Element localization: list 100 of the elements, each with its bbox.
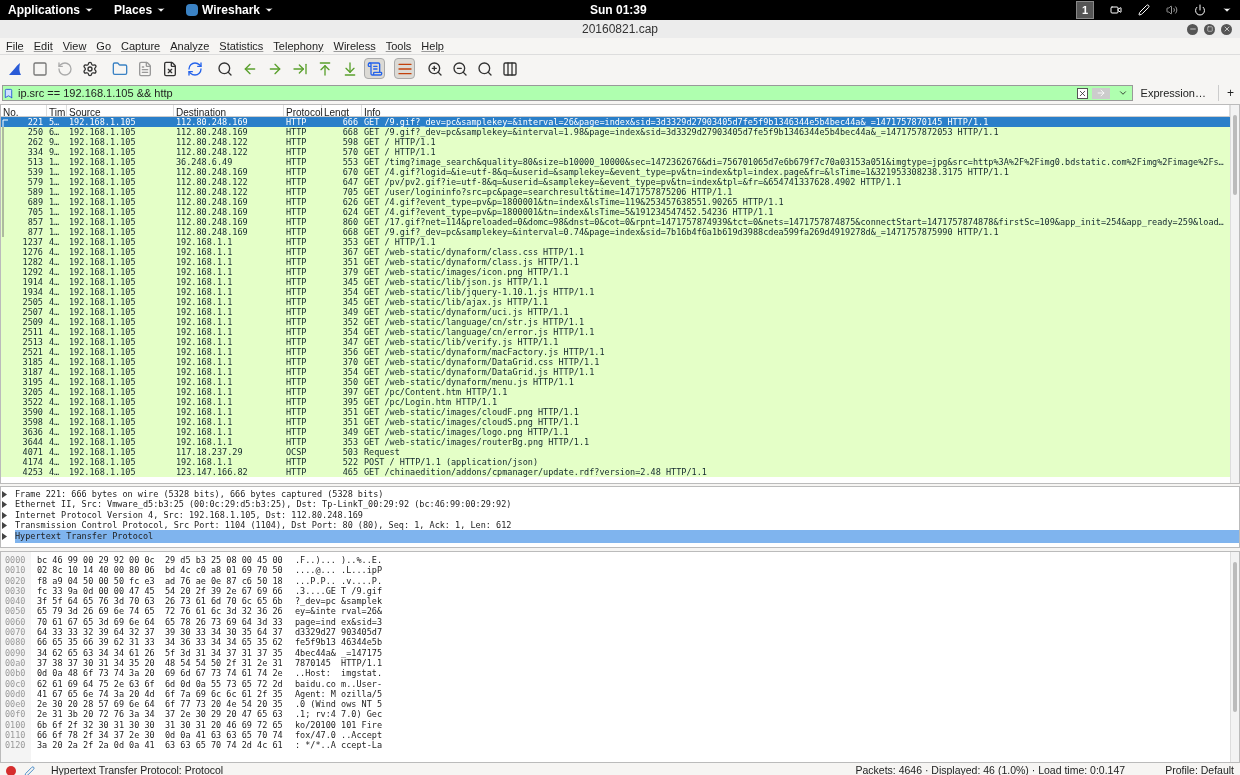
column-header[interactable]: No. xyxy=(1,105,47,116)
ascii-text: ...P.P.. .v....P. xyxy=(295,575,383,586)
scrollbar[interactable] xyxy=(1230,105,1239,483)
menu-item[interactable]: View xyxy=(62,37,87,55)
packet-row[interactable]: 2507 4… 192.168.1.105 192.168.1.1 HTTP 349 GET /web-static/dynaform/uci.js HTTP/1.1 xyxy=(1,307,1230,317)
table-cell: 2507 xyxy=(22,307,43,317)
table-cell: 2513 xyxy=(22,337,43,347)
table-cell: 3598 xyxy=(22,417,43,427)
menu-item[interactable]: Help xyxy=(421,37,444,55)
menu-item[interactable]: File xyxy=(6,37,24,55)
ascii-text: ko/20100 101 Fire xyxy=(295,719,383,731)
table-cell-text: 117.18.237.29 xyxy=(175,447,244,457)
packet-row[interactable]: 3598 4… 192.168.1.105 192.168.1.1 HTTP 351 GET /web-static/images/cloudS.png HTTP/1.1 xyxy=(1,417,1230,427)
dropdown-icon[interactable] xyxy=(1117,88,1128,98)
column-header[interactable]: Destination xyxy=(174,105,284,116)
offset: 00a0 xyxy=(4,657,27,669)
packet-row[interactable]: 3644 4… 192.168.1.105 192.168.1.1 HTTP 353 GET /web-static/images/routerBg.png HTTP/1.1 xyxy=(1,437,1230,447)
menu-item[interactable]: Tools xyxy=(385,37,412,55)
offset: 0090 xyxy=(4,647,27,658)
menu-item[interactable]: Statistics xyxy=(219,37,264,55)
top-bar-menu[interactable]: Places xyxy=(114,1,167,19)
workspace-indicator[interactable]: 1 xyxy=(1075,0,1094,20)
hex-bytes: 41 67 65 6e 74 3a 20 4d 6f 7a 69 6c 6c 61 2f 35 xyxy=(37,688,284,700)
close-icon[interactable] xyxy=(1221,23,1232,35)
menu-item[interactable]: Go xyxy=(96,37,112,55)
packet-row[interactable]: 1276 4… 192.168.1.105 192.168.1.1 HTTP 367 GET /web-static/dynaform/class.css HTTP/1.1 xyxy=(1,247,1230,257)
packet-row[interactable]: 1934 4… 192.168.1.105 192.168.1.1 HTTP 354 GET /web-static/lib/jquery-1.10.1.js HTTP/1.1 xyxy=(1,287,1230,297)
packet-row[interactable]: 4174 4… 192.168.1.105 192.168.1.1 HTTP 522 POST / HTTP/1.1 (application/json) xyxy=(1,457,1230,467)
packet-row[interactable]: 3187 4… 192.168.1.105 192.168.1.1 HTTP 354 GET /web-static/dynaform/DataGrid.js HTTP/1.1 xyxy=(1,367,1230,377)
column-header[interactable]: Protocol xyxy=(284,105,322,116)
status-icon[interactable] xyxy=(6,766,16,775)
packet-row[interactable]: 334 9… 192.168.1.105 112.80.248.122 HTTP 570 GET / HTTP/1.1 xyxy=(1,147,1230,157)
packet-row[interactable]: 1282 4… 192.168.1.105 192.168.1.1 HTTP 351 GET /web-static/dynaform/class.js HTTP/1.1 xyxy=(1,257,1230,267)
table-cell-text: 192.168.1.105 xyxy=(68,137,137,147)
offset: 0060 xyxy=(4,616,27,628)
packet-row[interactable]: 1292 4… 192.168.1.105 192.168.1.1 HTTP 379 GET /web-static/images/icon.png HTTP/1.1 xyxy=(1,267,1230,277)
packet-row[interactable]: 3205 4… 192.168.1.105 192.168.1.1 HTTP 397 GET /pc/Content.htm HTTP/1.1 xyxy=(1,387,1230,397)
volume-icon[interactable] xyxy=(1166,4,1178,16)
bookmark-icon[interactable] xyxy=(3,87,14,99)
table-cell-text: 192.168.1.105 xyxy=(68,257,137,267)
table-cell-text: 4… xyxy=(48,297,61,307)
table-cell-text: 112.80.248.122 xyxy=(175,177,249,187)
column-header[interactable]: Source xyxy=(67,105,174,116)
packet-row[interactable]: 3636 4… 192.168.1.105 192.168.1.1 HTTP 349 GET /web-static/images/logo.png HTTP/1.1 xyxy=(1,427,1230,437)
menu-item[interactable]: Edit xyxy=(33,37,53,55)
table-cell-text: Request xyxy=(363,447,401,457)
table-cell-text: HTTP xyxy=(285,427,308,437)
packet-row[interactable]: 3185 4… 192.168.1.105 192.168.1.1 HTTP 370 GET /web-static/dynaform/DataGrid.css HTTP/1.1 xyxy=(1,357,1230,367)
table-cell-text: GET /web-static/images/routerBg.png HTTP/1.1 xyxy=(363,437,591,447)
packet-row[interactable]: 4071 4… 192.168.1.105 117.18.237.29 OCSP 503 Request xyxy=(1,447,1230,457)
packet-row[interactable]: 1914 4… 192.168.1.105 192.168.1.1 HTTP 345 GET /web-static/lib/json.js HTTP/1.1 xyxy=(1,277,1230,287)
packet-row[interactable]: 3522 4… 192.168.1.105 192.168.1.1 HTTP 395 GET /pc/Login.htm HTTP/1.1 xyxy=(1,397,1230,407)
packet-row[interactable]: 2505 4… 192.168.1.105 192.168.1.1 HTTP 345 GET /web-static/lib/ajax.js HTTP/1.1 xyxy=(1,297,1230,307)
table-cell-text: HTTP xyxy=(285,467,308,477)
display-filter-field[interactable]: ip.src == 192.168.1.105 && http xyxy=(2,85,1133,101)
packet-row[interactable]: 2513 4… 192.168.1.105 192.168.1.1 HTTP 347 GET /web-static/lib/verify.js HTTP/1.1 xyxy=(1,337,1230,347)
menu-item[interactable]: Telephony xyxy=(273,37,324,55)
profile-label[interactable]: Profile: Default xyxy=(1165,763,1234,775)
offset: 00b0 xyxy=(4,668,27,679)
top-bar-menu[interactable]: Wireshark xyxy=(186,1,274,19)
table-cell-text: 395 xyxy=(341,397,359,407)
expression-button[interactable]: Expression… xyxy=(1136,84,1219,102)
table-cell-text: GET /4.gif?logid=&ie=utf-8&q=&userid=&samplekey=&event_type=pv&tn=index&tpl=index.page&fr=&lsTime=1&321953308238.3175 HTTP/1.1 xyxy=(363,167,1010,177)
menu-item[interactable]: Wireless xyxy=(333,37,376,55)
table-cell-text: 370 xyxy=(341,357,359,367)
pen-icon[interactable] xyxy=(1138,4,1150,16)
scroll-list-button[interactable] xyxy=(364,58,385,79)
packet-row[interactable]: 3590 4… 192.168.1.105 192.168.1.1 HTTP 351 GET /web-static/images/cloudF.png HTTP/1.1 xyxy=(1,407,1230,417)
top-bar-menu[interactable]: Applications xyxy=(8,1,94,19)
table-cell-text: GET /web-static/dynaform/macFactory.js HTTP/1.1 xyxy=(363,347,606,357)
packet-row[interactable]: 262 9… 192.168.1.105 112.80.248.122 HTTP 598 GET / HTTP/1.1 xyxy=(1,137,1230,147)
minimize-icon[interactable] xyxy=(1187,23,1198,35)
menu-item[interactable]: Capture xyxy=(121,37,161,55)
caret-icon[interactable] xyxy=(1222,5,1232,15)
menu-item[interactable]: Analyze xyxy=(170,37,210,55)
scrollbar[interactable] xyxy=(1230,552,1239,762)
add-filter-button[interactable]: + xyxy=(1223,84,1238,102)
table-cell-text: 351 xyxy=(341,407,359,417)
packet-row[interactable]: 2509 4… 192.168.1.105 192.168.1.1 HTTP 352 GET /web-static/language/cn/str.js HTTP/1.1 xyxy=(1,317,1230,327)
hex-bytes: bc 46 99 00 29 92 00 0c 29 d5 b3 25 08 00 45 00 xyxy=(37,555,284,566)
detail-item[interactable]: Frame 221: 666 bytes on wire (5328 bits), 666 bytes captured (5328 bits) xyxy=(15,487,384,501)
table-cell-text: GET /web-static/lib/ajax.js HTTP/1.1 xyxy=(363,297,550,307)
column-header[interactable]: Tim xyxy=(47,105,67,116)
packet-row[interactable]: 1237 4… 192.168.1.105 192.168.1.1 HTTP 353 GET / HTTP/1.1 xyxy=(1,237,1230,247)
table-cell-text: 192.168.1.105 xyxy=(68,377,137,387)
edit-icon[interactable] xyxy=(24,765,35,775)
colored-lines-button[interactable] xyxy=(394,58,415,79)
camera-icon[interactable] xyxy=(1110,4,1122,16)
table-cell-text: GET /web-static/dynaform/class.css HTTP/1.1 xyxy=(363,247,586,257)
table-cell: 3205 xyxy=(22,387,43,397)
packet-row[interactable]: 3195 4… 192.168.1.105 192.168.1.1 HTTP 350 GET /web-static/dynaform/menu.js HTTP/1.1 xyxy=(1,377,1230,387)
close-file-icon xyxy=(161,60,178,77)
packet-row[interactable]: 4253 4… 192.168.1.105 123.147.166.82 HTTP 465 GET /chinaedition/addons/cpmanager/update.rdf?version=2.48 HTTP/1.1 xyxy=(1,467,1230,477)
packet-row[interactable]: 2511 4… 192.168.1.105 192.168.1.1 HTTP 354 GET /web-static/language/cn/error.js HTTP/1.1 xyxy=(1,327,1230,337)
power-icon[interactable] xyxy=(1194,4,1206,16)
caret-icon xyxy=(156,5,167,15)
packet-row[interactable]: 2521 4… 192.168.1.105 192.168.1.1 HTTP 356 GET /web-static/dynaform/macFactory.js HTTP/1.1 xyxy=(1,347,1230,357)
maximize-icon[interactable] xyxy=(1204,23,1215,35)
detail-item[interactable]: Hypertext Transfer Protocol xyxy=(15,529,1239,543)
clear-icon[interactable] xyxy=(1076,87,1088,99)
